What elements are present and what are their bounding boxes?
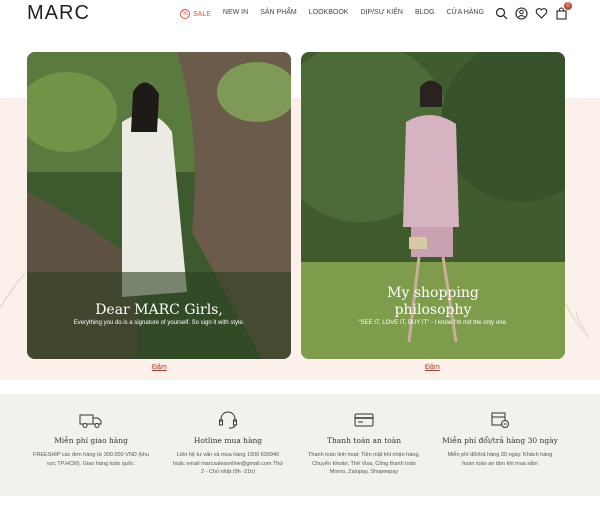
feature-description: FREESHIP các đơn hàng từ 300.000 VND (kh…: [21, 451, 161, 468]
feature-secure-payment: Thanh toán an toàn Thanh toán linh hoạt:…: [294, 410, 434, 477]
feature-desc-line: Momo, Zalopay, Shopeepay: [329, 469, 399, 476]
card-title-line-2: philosophy: [394, 302, 472, 318]
truck-icon: [79, 410, 103, 430]
feature-description: Miễn phí đổi/trả hàng 30 ngày. Khách hàn…: [430, 451, 570, 468]
nav-item-lookbook[interactable]: LOOKBOOK: [309, 9, 349, 19]
card-subtitle: Everything you do is a signature of your…: [73, 320, 245, 326]
feature-title: Thanh toán an toàn: [326, 436, 402, 445]
brand-logo[interactable]: MARC: [27, 2, 90, 25]
headset-icon: [216, 410, 240, 430]
heart-icon[interactable]: [535, 7, 548, 20]
nav-item-label: SALE: [193, 10, 211, 18]
feature-desc-line: vực TP.HCM). Giao hàng toàn quốc.: [46, 460, 136, 467]
card-link-right[interactable]: Đậm: [425, 364, 440, 371]
card-title: Dear MARC Girls,: [95, 302, 223, 318]
nav-item-sale[interactable]: % SALE: [180, 9, 211, 19]
feature-desc-line: Chuyển khoản, Thẻ Visa, Cổng thanh toán: [312, 460, 416, 467]
feature-title: Miễn phí giao hàng: [54, 436, 128, 445]
lookbook-card-shopping-philosophy[interactable]: My shopping philosophy "SEE IT, LOVE IT,…: [301, 52, 565, 359]
feature-hotline: Hotline mua hàng Liên hệ tư vấn và mua h…: [158, 410, 298, 477]
user-icon[interactable]: [515, 7, 528, 20]
card-subtitle: "SEE IT, LOVE IT, BUY IT" - I know I'm n…: [358, 320, 508, 326]
feature-free-shipping: Miễn phí giao hàng FREESHIP các đơn hàng…: [21, 410, 161, 468]
feature-desc-line: 2 - Chủ nhật (9h -21h): [200, 469, 256, 476]
features-section: Miễn phí giao hàng FREESHIP các đơn hàng…: [0, 394, 600, 496]
header-icons: 0: [495, 2, 572, 20]
feature-desc-line: hoàn toàn an tâm khi mua sắm: [462, 460, 538, 467]
nav-item-new-in[interactable]: NEW IN: [223, 9, 248, 19]
feature-desc-line: Thanh toán linh hoạt: Tiền mặt khi nhận …: [308, 452, 420, 458]
feature-desc-line: hoặc email marcsalesonline@gmail.com Thứ: [172, 460, 284, 467]
bottom-strip: [0, 496, 600, 507]
feature-title: Hotline mua hàng: [193, 436, 263, 445]
site-header: MARC % SALE NEW IN SẢN PHẨM LOOKBOOK DỊP…: [0, 0, 600, 31]
card-icon: [352, 410, 376, 430]
feature-desc-line: FREESHIP các đơn hàng từ 300.000 VND (kh…: [32, 452, 150, 458]
feature-title: Miễn phí đổi/trả hàng 30 ngày: [442, 436, 558, 445]
main-nav: % SALE NEW IN SẢN PHẨM LOOKBOOK DỊP/SỰ K…: [180, 9, 496, 19]
feature-desc-line: Miễn phí đổi/trả hàng 30 ngày. Khách hàn…: [447, 452, 553, 458]
nav-item-products[interactable]: SẢN PHẨM: [260, 9, 297, 19]
card-title-line-1: My shopping: [387, 285, 479, 301]
cart-icon[interactable]: 0: [555, 2, 572, 20]
nav-item-stores[interactable]: CỬA HÀNG: [446, 9, 484, 19]
feature-desc-line: Liên hệ tư vấn và mua hàng 1900 636940: [176, 452, 280, 458]
cart-count-badge: 0: [564, 2, 572, 10]
nav-item-occasions[interactable]: DỊP/SỰ KIỆN: [360, 9, 403, 19]
nav-item-blog[interactable]: BLOG: [415, 9, 434, 19]
card-link-left[interactable]: Đậm: [152, 364, 167, 371]
feature-description: Thanh toán linh hoạt: Tiền mặt khi nhận …: [294, 451, 434, 477]
return-icon: [488, 410, 512, 430]
sale-tag-icon: %: [180, 9, 190, 19]
feature-description: Liên hệ tư vấn và mua hàng 1900 636940 h…: [158, 451, 298, 477]
search-icon[interactable]: [495, 7, 508, 20]
lookbook-card-dear-marc[interactable]: Dear MARC Girls, Everything you do is a …: [27, 52, 291, 359]
feature-free-returns: Miễn phí đổi/trả hàng 30 ngày Miễn phí đ…: [430, 410, 570, 468]
